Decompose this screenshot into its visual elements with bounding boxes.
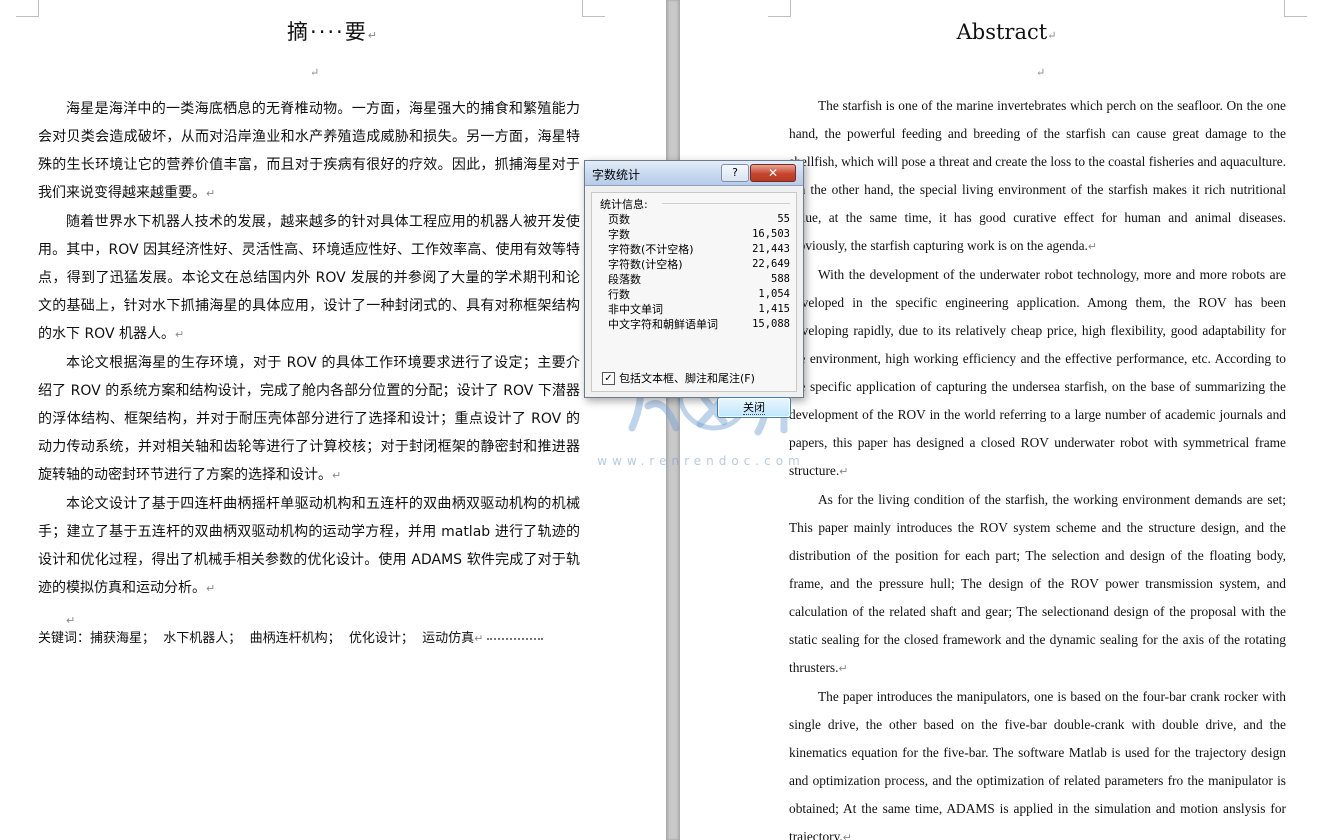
paragraph-mark: ↵ <box>310 66 320 79</box>
abstract-paragraph-1: 海星是海洋中的一类海底栖息的无脊椎动物。一方面，海星强大的捕食和繁殖能力会对贝类… <box>38 101 580 201</box>
section-break-line <box>487 637 544 640</box>
stat-row: 字符数(计空格) 22,649 <box>608 257 790 272</box>
dialog-content: 统计信息: 页数 55 字数 16,503 字符数(不计空格) 21,443 字符数(… <box>591 192 797 418</box>
keyword: 运动仿真 <box>422 631 475 646</box>
stat-label: 字符数(计空格) <box>608 258 683 271</box>
chinese-abstract-title: 摘····要↵ <box>287 20 379 44</box>
section-divider <box>662 203 790 204</box>
include-textboxes-option[interactable]: ✓ 包括文本框、脚注和尾注(F) <box>602 370 755 386</box>
stat-value: 1,415 <box>758 303 790 315</box>
page-corner-mark <box>768 0 791 17</box>
close-x-button[interactable]: ✕ <box>750 164 796 182</box>
stat-value: 15,088 <box>752 318 790 330</box>
dialog-titlebar[interactable]: 字数统计 ? ✕ <box>585 161 803 186</box>
stat-label: 字符数(不计空格) <box>608 243 694 256</box>
abstract-paragraph-3: 本论文根据海星的生存环境，对于 ROV 的具体工作环境要求进行了设定；主要介绍了… <box>38 355 580 483</box>
include-textboxes-label: 包括文本框、脚注和尾注(F) <box>619 372 755 385</box>
stat-value: 21,443 <box>752 243 790 255</box>
stat-row: 字数 16,503 <box>608 227 790 242</box>
page-corner-mark <box>582 0 605 17</box>
stat-row: 页数 55 <box>608 212 790 227</box>
stat-label: 段落数 <box>608 273 641 286</box>
stat-row: 行数 1,054 <box>608 287 790 302</box>
stat-value: 588 <box>771 273 790 285</box>
keyword: 曲柄连杆机构； <box>249 631 341 646</box>
stat-row: 非中文单词 1,415 <box>608 302 790 317</box>
english-abstract-page: Abstract↵ ↵ The starfish is one of the m… <box>680 0 1333 840</box>
dialog-title: 字数统计 <box>592 168 641 182</box>
stat-label: 中文字符和朝鲜语单词 <box>608 318 718 331</box>
abstract-paragraph-2: With the development of the underwater r… <box>789 267 1286 478</box>
stat-row: 中文字符和朝鲜语单词 15,088 <box>608 317 790 332</box>
keywords-label: 关键词： <box>38 631 91 646</box>
stat-row: 字符数(不计空格) 21,443 <box>608 242 790 257</box>
word-count-dialog[interactable]: 字数统计 ? ✕ 统计信息: 页数 55 字数 16,503 字符数(不计空格) 21… <box>584 160 804 418</box>
keyword: 捕获海星； <box>90 631 156 646</box>
stat-value: 16,503 <box>752 228 790 240</box>
statistics-list: 页数 55 字数 16,503 字符数(不计空格) 21,443 字符数(计空格) 22… <box>608 212 790 332</box>
stat-value: 55 <box>777 213 790 225</box>
abstract-paragraph-3: As for the living condition of the starf… <box>789 492 1286 675</box>
chinese-abstract-body[interactable]: 海星是海洋中的一类海底栖息的无脊椎动物。一方面，海星强大的捕食和繁殖能力会对贝类… <box>38 95 580 635</box>
abstract-paragraph-2: 随着世界水下机器人技术的发展，越来越多的针对具体工程应用的机器人被开发使用。其中… <box>38 214 580 342</box>
help-button[interactable]: ? <box>721 164 749 182</box>
stat-label: 页数 <box>608 213 630 226</box>
abstract-paragraph-4: The paper introduces the manipulators, o… <box>789 689 1286 840</box>
stat-label: 行数 <box>608 288 630 301</box>
stat-value: 22,649 <box>752 258 790 270</box>
english-abstract-title: Abstract↵ <box>956 20 1057 44</box>
abstract-paragraph-1: The starfish is one of the marine invert… <box>789 98 1286 253</box>
page-gutter <box>666 0 680 840</box>
page-corner-mark <box>1284 0 1307 17</box>
english-abstract-body[interactable]: The starfish is one of the marine invert… <box>789 92 1286 840</box>
close-button[interactable]: 关闭 <box>717 397 791 418</box>
abstract-paragraph-4: 本论文设计了基于四连杆曲柄摇杆单驱动机构和五连杆的双曲柄双驱动机构的机械手；建立… <box>38 496 580 596</box>
stat-label: 字数 <box>608 228 630 241</box>
keyword: 水下机器人； <box>163 631 242 646</box>
stat-label: 非中文单词 <box>608 303 663 316</box>
statistics-section-label: 统计信息: <box>600 198 648 211</box>
page-corner-mark <box>16 0 39 17</box>
stat-value: 1,054 <box>758 288 790 300</box>
stat-row: 段落数 588 <box>608 272 790 287</box>
keywords-line: 关键词：捕获海星； 水下机器人； 曲柄连杆机构； 优化设计； 运动仿真↵ <box>38 626 598 652</box>
paragraph-mark: ↵ <box>1036 66 1046 79</box>
chinese-abstract-page: 摘····要↵ ↵ 海星是海洋中的一类海底栖息的无脊椎动物。一方面，海星强大的捕… <box>0 0 666 840</box>
include-textboxes-checkbox[interactable]: ✓ <box>602 371 615 385</box>
keyword: 优化设计； <box>348 631 414 646</box>
